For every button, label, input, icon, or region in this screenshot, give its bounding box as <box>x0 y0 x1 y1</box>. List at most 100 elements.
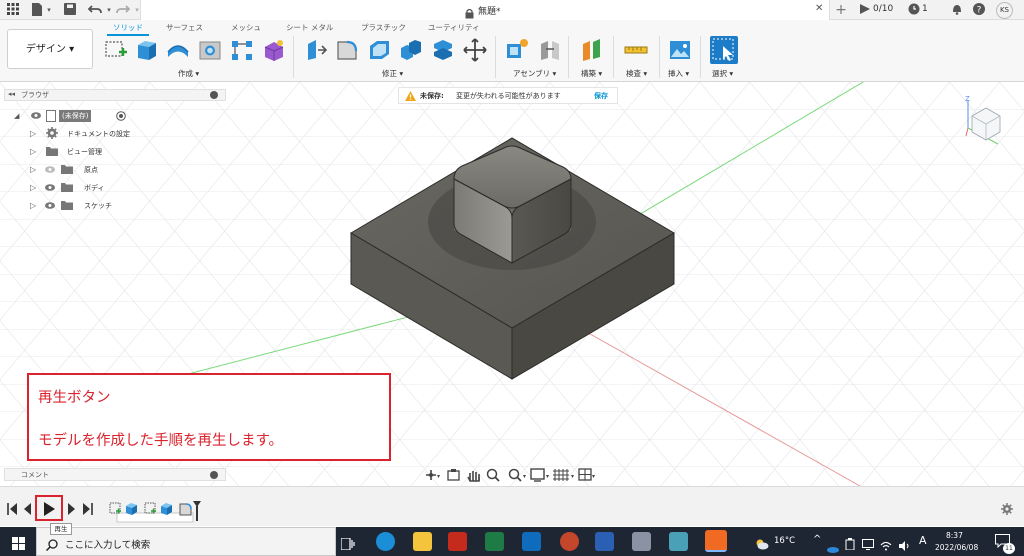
task-view-icon[interactable] <box>340 535 355 554</box>
redo-icon[interactable] <box>116 3 131 17</box>
extrude-icon[interactable] <box>135 38 159 62</box>
joint-icon[interactable] <box>538 38 562 62</box>
battery-icon[interactable] <box>845 535 855 554</box>
expand-icon[interactable]: ▷ <box>30 165 36 174</box>
select-icon[interactable] <box>710 36 738 64</box>
save-link[interactable]: 保存 <box>594 91 608 101</box>
comments-panel-header[interactable]: コメント <box>4 468 226 481</box>
outlook-app-icon[interactable] <box>522 532 541 551</box>
edge-browser-icon[interactable] <box>376 532 395 551</box>
notification-bell-icon[interactable] <box>950 3 964 17</box>
tab-plastic[interactable]: プラスチック <box>361 22 406 33</box>
insert-group-label[interactable]: 挿入 ▾ <box>668 68 689 79</box>
modify-group-label[interactable]: 修正 ▾ <box>382 68 403 79</box>
display-settings-icon[interactable] <box>530 468 545 482</box>
clock-time[interactable]: 8:37 <box>946 531 963 540</box>
job-status-icon[interactable] <box>858 3 872 17</box>
tree-root[interactable]: ◢ (未保存) <box>14 110 134 124</box>
tab-surface[interactable]: サーフェス <box>166 22 203 33</box>
root-component-label[interactable]: (未保存) <box>59 110 92 122</box>
taskbar-search-box[interactable]: ここに入力して検索 <box>36 527 336 556</box>
hole-icon[interactable] <box>198 38 222 62</box>
timeline-sketch-feature-icon[interactable] <box>144 502 156 514</box>
zoom-icon[interactable] <box>486 468 500 482</box>
expand-icon[interactable]: ▷ <box>30 129 36 138</box>
create-group-label[interactable]: 作成 ▾ <box>178 68 199 79</box>
step-back-icon[interactable] <box>24 503 31 515</box>
move-copy-icon[interactable] <box>463 38 487 62</box>
new-component-icon[interactable] <box>505 38 529 62</box>
show-hidden-icons-icon[interactable]: ^ <box>813 534 821 545</box>
split-body-icon[interactable] <box>431 38 455 62</box>
word-app-icon[interactable] <box>595 532 614 551</box>
select-group-label[interactable]: 選択 ▾ <box>712 68 733 79</box>
minimize-icon[interactable] <box>210 91 218 99</box>
file-explorer-icon[interactable] <box>413 532 432 551</box>
timeline-settings-gear-icon[interactable] <box>1001 500 1013 519</box>
volume-icon[interactable] <box>898 536 910 555</box>
timeline-marker-icon[interactable] <box>193 501 201 521</box>
visibility-eye-icon[interactable] <box>45 166 55 175</box>
go-to-start-icon[interactable] <box>7 503 17 515</box>
comments-toggle-icon[interactable] <box>210 471 218 479</box>
display-icon[interactable] <box>862 535 874 554</box>
create-sketch-icon[interactable] <box>104 38 128 62</box>
collapse-panel-icon[interactable]: ◂◂ <box>8 90 15 98</box>
wifi-icon[interactable] <box>880 536 892 555</box>
step-forward-icon[interactable] <box>68 503 75 515</box>
timeline-sketch-feature-icon[interactable] <box>109 502 121 514</box>
assemble-group-label[interactable]: アセンブリ ▾ <box>513 68 556 79</box>
clock-date[interactable]: 2022/06/08 <box>935 543 978 552</box>
create-form-icon[interactable] <box>262 38 286 62</box>
visibility-eye-icon[interactable] <box>45 202 55 211</box>
windows-start-icon[interactable] <box>12 535 25 554</box>
fillet-icon[interactable] <box>335 38 359 62</box>
document-tab[interactable]: 無題* ✕ <box>140 0 830 20</box>
offset-plane-icon[interactable] <box>580 38 604 62</box>
insert-image-icon[interactable] <box>668 38 692 62</box>
tab-solid[interactable]: ソリッド <box>107 22 149 36</box>
tree-item-origin[interactable]: ▷ 原点 <box>14 163 134 177</box>
viewports-icon[interactable] <box>578 468 592 481</box>
paint-app-icon[interactable] <box>632 532 651 551</box>
combine-icon[interactable] <box>399 38 423 62</box>
activate-radio-icon[interactable] <box>116 111 126 123</box>
help-icon[interactable]: ? <box>972 3 986 17</box>
browser-panel-header[interactable]: ◂◂ ブラウザ <box>4 89 226 101</box>
tree-item-document-settings[interactable]: ▷ ドキュメントの設定 <box>14 127 134 141</box>
workspace-switcher-button[interactable]: デザイン ▾ <box>7 29 93 69</box>
go-to-end-icon[interactable] <box>83 503 93 515</box>
clock-icon[interactable] <box>907 3 921 17</box>
timeline-fillet-feature-icon[interactable] <box>179 503 192 516</box>
measure-icon[interactable] <box>624 38 648 62</box>
tree-item-bodies[interactable]: ▷ ボディ <box>14 181 134 195</box>
onedrive-cloud-icon[interactable] <box>826 538 839 556</box>
ime-indicator[interactable]: A <box>919 534 927 547</box>
pan-hand-icon[interactable] <box>467 471 480 482</box>
revolve-icon[interactable] <box>166 38 190 62</box>
construct-group-label[interactable]: 構築 ▾ <box>581 68 602 79</box>
fusion360-app-icon[interactable] <box>705 530 727 552</box>
app-grid-icon[interactable] <box>6 3 20 17</box>
excel-app-icon[interactable] <box>485 532 504 551</box>
tree-item-view-management[interactable]: ▷ ビュー管理 <box>14 145 134 159</box>
undo-icon[interactable] <box>87 3 102 17</box>
look-at-icon[interactable] <box>447 469 460 481</box>
inspect-group-label[interactable]: 検査 ▾ <box>626 68 647 79</box>
expand-icon[interactable]: ▷ <box>30 201 36 210</box>
expand-icon[interactable]: ▷ <box>30 183 36 192</box>
notepad-app-icon[interactable] <box>669 532 688 551</box>
viewcube[interactable]: Z <box>962 92 1010 154</box>
visibility-eye-icon[interactable] <box>45 184 55 193</box>
file-dropdown-icon[interactable]: ▾ <box>42 3 56 17</box>
grid-settings-icon[interactable] <box>553 469 569 481</box>
orbit-icon[interactable] <box>426 470 436 480</box>
tree-item-sketches[interactable]: ▷ スケッチ <box>14 199 134 213</box>
expand-icon[interactable]: ◢ <box>14 112 19 120</box>
undo-dropdown-icon[interactable]: ▾ <box>102 3 116 17</box>
press-pull-icon[interactable] <box>304 38 328 62</box>
fit-zoom-icon[interactable] <box>508 468 522 482</box>
pattern-icon[interactable] <box>230 38 254 62</box>
tab-sheet-metal[interactable]: シート メタル <box>286 22 333 33</box>
access-app-icon[interactable] <box>448 532 467 551</box>
